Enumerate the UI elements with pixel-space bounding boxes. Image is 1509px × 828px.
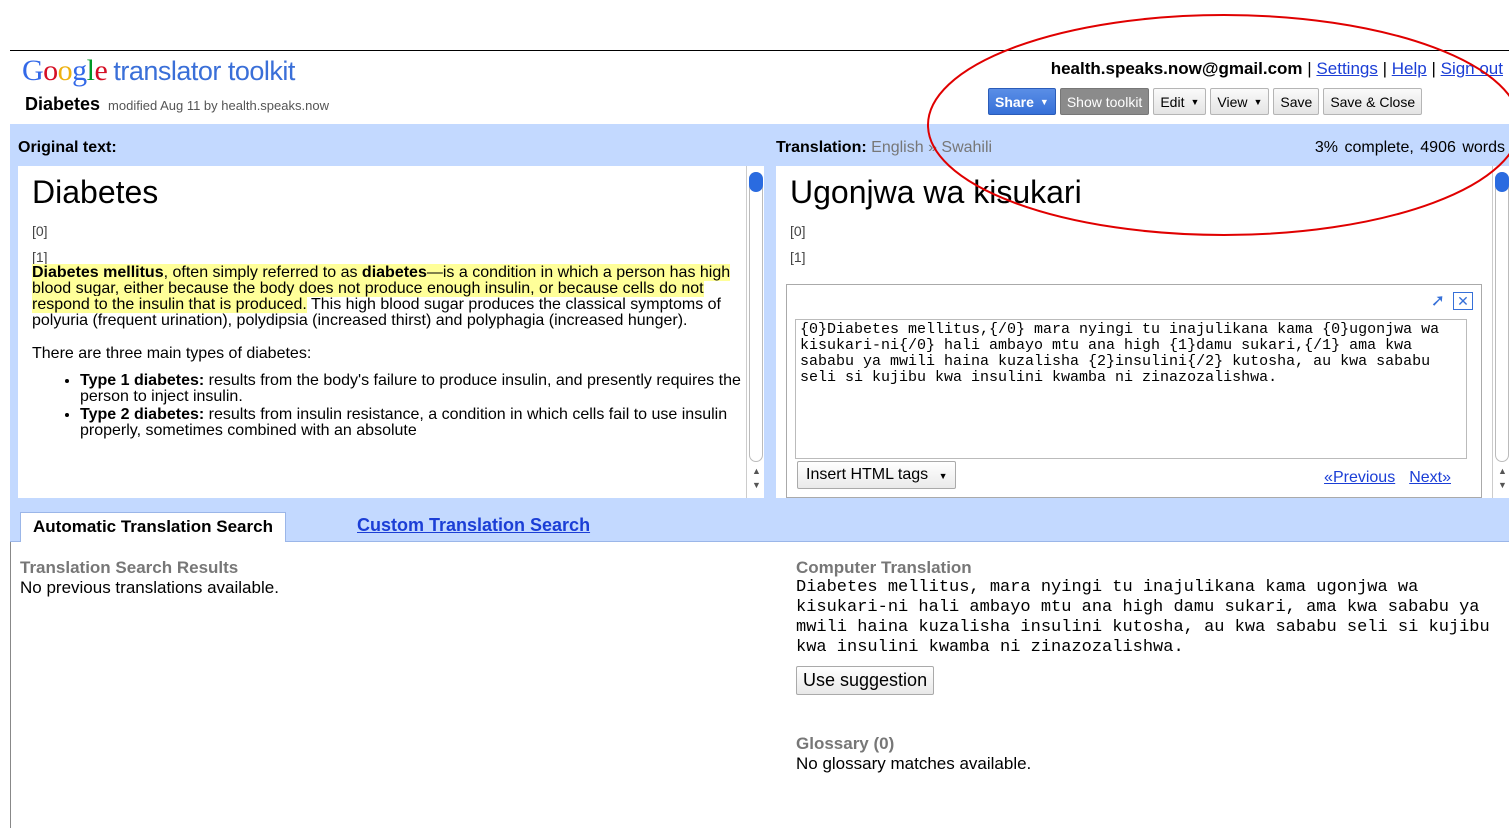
separator: | [1307, 59, 1312, 78]
machine-translation-text: Diabetes mellitus, mara nyingi tu inajul… [796, 578, 1490, 657]
editor-controls: ➚ ✕ [1431, 291, 1473, 311]
segment-navigation: «Previous Next» [1310, 469, 1451, 487]
segment-editor: ➚ ✕ {0}Diabetes mellitus,{/0} mara nying… [786, 284, 1482, 498]
next-link[interactable]: Next» [1409, 469, 1451, 486]
scroll-thumb[interactable] [1495, 172, 1509, 192]
diabetes-types-list: Type 1 diabetes: results from the body's… [80, 373, 746, 439]
translation-label: Translation: English » Swahili [776, 139, 992, 157]
document-title: Diabetes modified Aug 11 by health.speaks… [25, 94, 329, 115]
edit-menu-button[interactable]: Edit ▼ [1153, 88, 1207, 115]
language-pair: English » Swahili [871, 139, 993, 156]
edit-label: Edit [1160, 93, 1185, 110]
view-label: View [1217, 93, 1248, 110]
list-item: Type 2 diabetes: results from insulin re… [80, 407, 746, 439]
expand-arrow-icon[interactable]: ➚ [1431, 291, 1445, 311]
translation-search-results: Translation Search Results No previous t… [20, 558, 279, 598]
share-button[interactable]: Share ▼ [988, 88, 1056, 115]
section-text: No glossary matches available. [796, 754, 1032, 773]
original-text-pane[interactable]: Diabetes [0] [1] Diabetes mellitus, ofte… [18, 166, 746, 498]
signout-link[interactable]: Sign out [1441, 59, 1503, 78]
share-label: Share [995, 93, 1034, 110]
separator: | [1382, 59, 1388, 78]
separator: | [1431, 59, 1436, 78]
list-item: Type 1 diabetes: results from the body's… [80, 373, 746, 405]
tab-custom-translation-search[interactable]: Custom Translation Search [357, 515, 590, 536]
view-menu-button[interactable]: View ▼ [1210, 88, 1270, 115]
insert-html-label: Insert HTML tags [806, 466, 929, 483]
section-title: Computer Translation [796, 558, 972, 577]
chevron-down-icon: ▼ [1039, 96, 1049, 107]
section-text: No previous translations available. [20, 578, 279, 597]
scroll-down-icon[interactable]: ▼ [1498, 480, 1507, 490]
chevron-down-icon: ▼ [1253, 96, 1263, 107]
scroll-up-icon[interactable]: ▲ [1498, 466, 1507, 476]
document-modified: modified Aug 11 by health.speaks.now [108, 98, 329, 113]
glossary-section: Glossary (0) No glossary matches availab… [796, 734, 1031, 774]
types-intro: There are three main types of diabetes: [32, 345, 312, 362]
scroll-up-icon[interactable]: ▲ [752, 466, 761, 476]
help-link[interactable]: Help [1392, 59, 1427, 78]
close-icon[interactable]: ✕ [1453, 292, 1473, 310]
segment-marker-0: [0] [32, 223, 48, 239]
show-toolkit-button[interactable]: Show toolkit [1059, 88, 1150, 115]
translation-label-text: Translation: [776, 139, 867, 156]
document-name: Diabetes [25, 94, 101, 114]
word-count: 4906 words [1420, 139, 1505, 156]
segment-marker-0: [0] [790, 223, 806, 239]
translation-textarea[interactable]: {0}Diabetes mellitus,{/0} mara nyingi tu… [795, 319, 1467, 459]
text-run: , often simply referred to as [163, 264, 362, 281]
previous-link[interactable]: «Previous [1324, 469, 1395, 486]
save-close-button[interactable]: Save & Close [1323, 88, 1423, 115]
scroll-track [749, 172, 763, 462]
account-email: health.speaks.now@gmail.com [1050, 59, 1303, 78]
tab-automatic-translation-search[interactable]: Automatic Translation Search [20, 512, 286, 542]
progress-percent: 3% complete, [1314, 139, 1414, 156]
account-bar: health.speaks.now@gmail.com | Settings |… [1051, 59, 1503, 79]
progress-status: 3% complete, 4906 words [1315, 139, 1505, 157]
original-heading: Diabetes [32, 174, 159, 210]
term-diabetes-mellitus: Diabetes mellitus [32, 264, 164, 281]
scroll-track [1495, 172, 1509, 462]
logo-subtitle: translator toolkit [113, 56, 295, 86]
segment-marker-1: [1] [32, 249, 48, 265]
app-logo[interactable]: Google translator toolkit [22, 54, 295, 88]
section-title: Glossary (0) [796, 734, 895, 753]
segment-marker-1: [1] [790, 249, 806, 265]
google-wordmark: Google [22, 54, 108, 87]
chevron-down-icon: ▼ [1190, 96, 1200, 107]
term-diabetes: diabetes [361, 264, 427, 281]
section-title: Translation Search Results [20, 558, 239, 577]
translation-heading: Ugonjwa wa kisukari [790, 174, 1082, 210]
toolbar: Share ▼ Show toolkit Edit ▼ View ▼ Save Sav… [988, 88, 1423, 115]
scroll-down-icon[interactable]: ▼ [752, 480, 761, 490]
computer-translation: Computer Translation Diabetes mellitus, … [796, 558, 1508, 695]
scroll-thumb[interactable] [749, 172, 763, 192]
original-scrollbar[interactable]: ▲ ▼ [746, 166, 764, 498]
list-item-term: Type 2 diabetes: [80, 406, 205, 423]
translation-scrollbar[interactable]: ▲ ▼ [1492, 166, 1509, 498]
source-paragraph[interactable]: Diabetes mellitus, often simply referred… [32, 264, 732, 329]
settings-link[interactable]: Settings [1316, 59, 1377, 78]
original-text-label: Original text: [18, 139, 117, 156]
list-item-term: Type 1 diabetes: [80, 372, 205, 389]
panel-border [10, 542, 11, 828]
save-button[interactable]: Save [1273, 88, 1320, 115]
header-divider [10, 50, 1509, 51]
chevron-down-icon: ▼ [938, 471, 948, 481]
use-suggestion-button[interactable]: Use suggestion [796, 666, 935, 695]
insert-html-tags-button[interactable]: Insert HTML tags ▼ [797, 461, 957, 489]
